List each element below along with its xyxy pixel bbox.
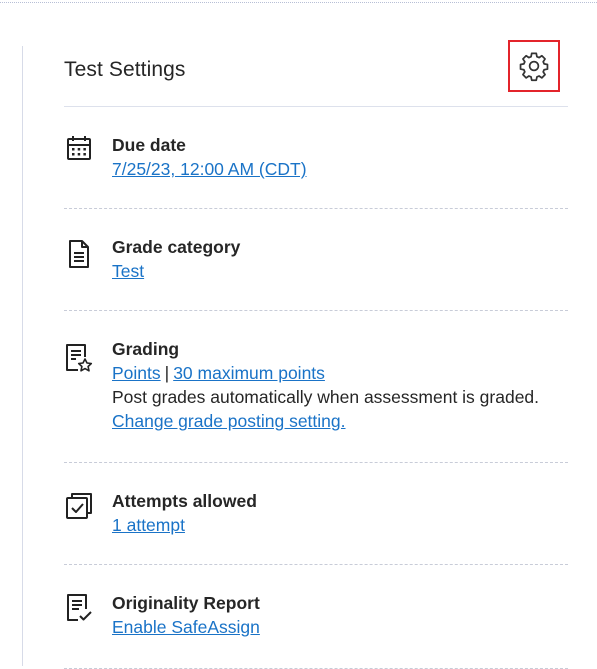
grading-star-icon xyxy=(64,343,94,373)
panel-title: Test Settings xyxy=(64,58,186,81)
grade-category-label: Grade category xyxy=(112,237,241,257)
attempts-label: Attempts allowed xyxy=(112,491,257,511)
document-icon xyxy=(64,239,94,269)
due-date-link[interactable]: 7/25/23, 12:00 AM (CDT) xyxy=(112,159,307,179)
separator: | xyxy=(164,363,170,383)
points-link[interactable]: Points xyxy=(112,363,161,383)
left-divider xyxy=(22,46,23,666)
grading-label: Grading xyxy=(112,339,180,359)
grade-category-link[interactable]: Test xyxy=(112,261,144,281)
top-divider xyxy=(0,0,597,3)
gear-icon xyxy=(519,52,549,82)
settings-button[interactable] xyxy=(508,40,560,92)
due-date-setting: Due date 7/25/23, 12:00 AM (CDT) xyxy=(64,107,568,209)
attempts-setting: Attempts allowed 1 attempt xyxy=(64,463,568,565)
due-date-label: Due date xyxy=(112,135,186,155)
calendar-icon xyxy=(64,133,94,163)
grading-setting: Grading Points | 30 maximum points Post gr… xyxy=(64,311,568,463)
originality-report-icon xyxy=(64,593,94,623)
originality-report-label: Originality Report xyxy=(112,593,260,613)
grade-category-setting: Grade category Test xyxy=(64,209,568,311)
max-points-link[interactable]: 30 maximum points xyxy=(173,363,325,383)
attempts-check-icon xyxy=(64,491,94,521)
test-settings-panel: Test Settings Due date 7/25/23, 12:00 AM… xyxy=(64,38,568,669)
panel-header: Test Settings xyxy=(64,38,568,107)
grade-posting-description: Post grades automatically when assessmen… xyxy=(112,385,568,433)
originality-report-setting: Originality Report Enable SafeAssign xyxy=(64,565,568,669)
grade-posting-text: Post grades automatically when assessmen… xyxy=(112,387,540,407)
enable-safeassign-link[interactable]: Enable SafeAssign xyxy=(112,617,260,637)
change-grade-posting-link[interactable]: Change grade posting setting. xyxy=(112,411,346,431)
attempts-link[interactable]: 1 attempt xyxy=(112,515,185,535)
